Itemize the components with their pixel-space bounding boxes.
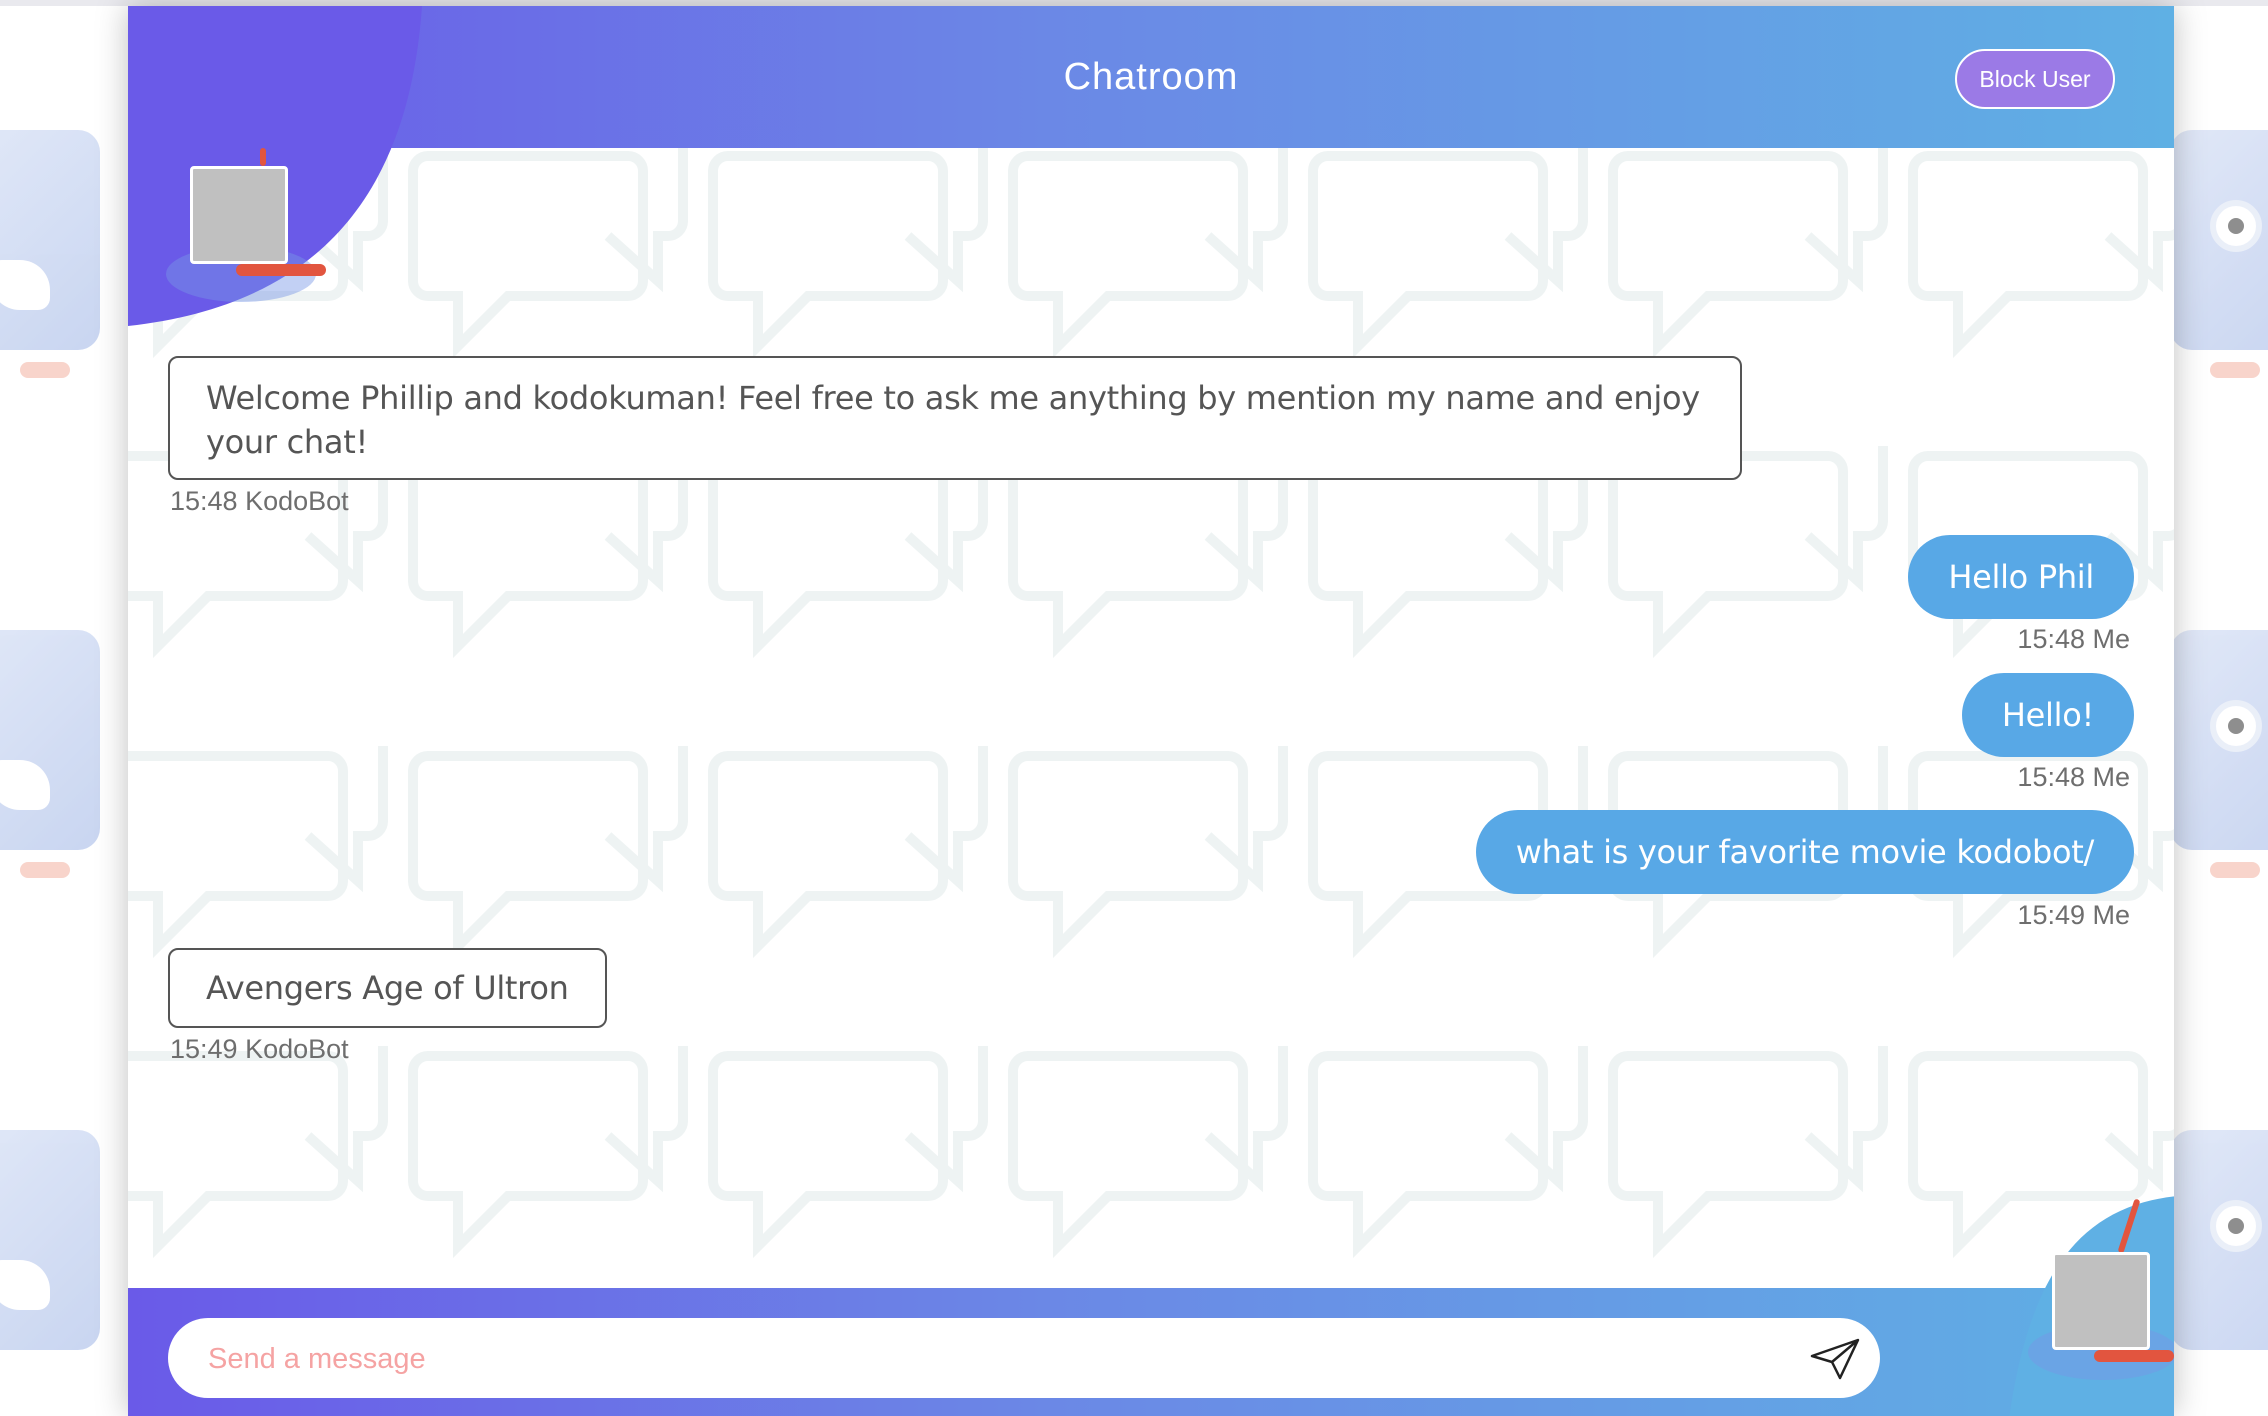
page-title: Chatroom [1063, 56, 1239, 98]
speech-bubble-pattern [128, 146, 2174, 1296]
composer-bar [128, 1288, 2174, 1416]
message-meta: 15:49 KodoBot [170, 1034, 349, 1064]
message-meta: 15:48 KodoBot [170, 486, 349, 516]
mascot-decoration-left-3 [0, 1130, 110, 1370]
bot-message-bubble: Welcome Phillip and kodokuman! Feel free… [168, 356, 1742, 480]
bot-antenna [260, 148, 266, 166]
header-bar: Chatroom Block User [128, 6, 2174, 148]
message-meta: 15:48 Me [2017, 762, 2130, 792]
paper-plane-icon [1810, 1338, 1860, 1380]
bot-feet [236, 264, 326, 276]
bot-message-bubble: Avengers Age of Ultron [168, 948, 607, 1028]
my-message-bubble: Hello Phil [1908, 535, 2134, 619]
mascot-decoration-left-2 [0, 630, 110, 878]
bot-avatar [190, 166, 288, 264]
my-message-bubble: what is your favorite movie kodobot/ [1475, 810, 2134, 894]
send-button[interactable] [1808, 1336, 1862, 1382]
my-message-bubble: Hello! [1961, 673, 2134, 757]
chat-panel: Chatroom Block User Welcome Phillip and … [128, 6, 2174, 1416]
message-meta: 15:49 Me [2017, 900, 2130, 930]
bot-feet [2094, 1350, 2174, 1362]
block-user-button[interactable]: Block User [1955, 49, 2115, 109]
message-input[interactable] [206, 1318, 1770, 1400]
message-meta: 15:48 Me [2017, 624, 2130, 654]
mascot-decoration-right-2 [2170, 630, 2268, 878]
bot-avatar [2052, 1252, 2150, 1350]
mascot-decoration-right-3 [2170, 1130, 2268, 1370]
composer-field [168, 1318, 1880, 1400]
mascot-decoration-right-1 [2170, 130, 2268, 378]
mascot-decoration-left-1 [0, 130, 110, 378]
